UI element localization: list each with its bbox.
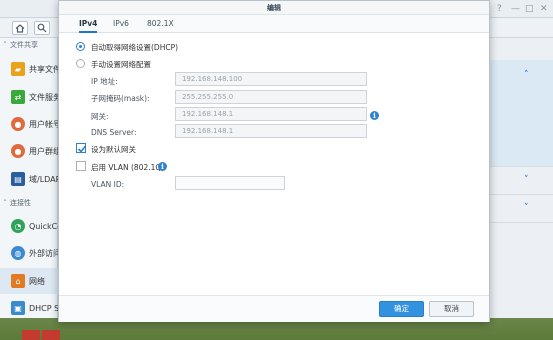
info-icon[interactable]: i — [158, 162, 167, 171]
search-button[interactable] — [34, 21, 50, 35]
chevron-down-icon[interactable]: ˅ — [524, 203, 529, 213]
file-services-icon: ⇄ — [11, 90, 25, 104]
mask-label: 子网掩码(mask): — [91, 94, 150, 103]
taskbar-button[interactable] — [42, 330, 60, 340]
dns-field[interactable] — [175, 124, 367, 138]
network-interface-row[interactable] — [490, 167, 553, 195]
ip-field[interactable] — [175, 72, 367, 86]
sidebar-item-quickconnect[interactable]: ◔ QuickConnect — [0, 213, 85, 239]
chevron-up-icon[interactable]: ˄ — [524, 70, 529, 80]
help-icon[interactable]: ? — [497, 4, 502, 14]
dialog-footer — [59, 295, 489, 322]
gateway-label: 网关: — [91, 112, 109, 121]
minimize-icon[interactable]: — — [511, 4, 520, 14]
chevron-down-icon: ˄ — [3, 41, 7, 49]
home-button[interactable] — [12, 21, 28, 35]
manual-radio[interactable] — [76, 59, 85, 68]
info-icon[interactable]: i — [370, 111, 379, 120]
chevron-down-icon[interactable]: ˅ — [524, 175, 529, 185]
sidebar-item-external-access[interactable]: ◍ 外部访问 — [0, 240, 61, 266]
sidebar-section-connectivity[interactable]: ˄ 连接性 — [0, 196, 58, 210]
globe-icon: ◍ — [11, 246, 25, 260]
domain-icon: ▤ — [11, 172, 25, 186]
gateway-field[interactable] — [175, 107, 367, 121]
cancel-button[interactable]: 取消 — [429, 301, 474, 317]
sidebar-item-dhcp-server[interactable]: ▣ DHCP Server — [0, 295, 80, 321]
dhcp-radio[interactable] — [76, 42, 85, 51]
vlan-label: 启用 VLAN (802.1Q) — [91, 163, 165, 172]
tab-ipv6[interactable]: IPv6 — [113, 15, 129, 33]
manual-label: 手动设置网络配置 — [91, 60, 151, 69]
sidebar-item-domain-ldap[interactable]: ▤ 域/LDAP — [0, 166, 60, 192]
folder-share-icon: ▰ — [11, 62, 25, 76]
maximize-icon[interactable]: □ — [525, 4, 534, 14]
mask-field[interactable] — [175, 90, 367, 104]
sidebar-item-shared-folder[interactable]: ▰ 共享文件夹 — [0, 56, 69, 82]
sidebar-item-group[interactable]: ● 用户群组 — [0, 138, 61, 164]
user-icon: ● — [11, 117, 25, 131]
taskbar-button[interactable] — [22, 330, 40, 340]
ip-label: IP 地址: — [91, 77, 118, 86]
checkmark-icon — [77, 145, 87, 153]
dialog-title: 编辑 — [267, 4, 281, 12]
chevron-down-icon: ˄ — [3, 199, 7, 207]
dhcp-icon: ▣ — [11, 301, 25, 315]
ok-button[interactable]: 确定 — [379, 301, 424, 317]
sidebar-item-file-services[interactable]: ⇄ 文件服务 — [0, 84, 61, 110]
quickconnect-icon: ◔ — [11, 219, 25, 233]
search-icon — [37, 23, 47, 33]
network-icon: ⌂ — [11, 274, 25, 288]
dhcp-label: 自动取得网络设置(DHCP) — [91, 43, 179, 52]
close-icon[interactable]: ✕ — [540, 4, 548, 14]
sidebar-item-network[interactable]: ⌂ 网络 — [0, 268, 58, 294]
vlan-checkbox[interactable] — [76, 161, 86, 171]
sidebar-item-user[interactable]: ● 用户帐号 — [0, 111, 61, 137]
vlan-id-label: VLAN ID: — [91, 180, 125, 189]
vlan-id-field[interactable] — [175, 176, 285, 190]
network-interface-row-selected[interactable] — [490, 60, 553, 167]
default-gateway-checkbox[interactable] — [76, 143, 87, 153]
group-icon: ● — [11, 144, 25, 158]
tab-802-1x[interactable]: 802.1X — [147, 15, 174, 33]
tab-ipv4[interactable]: IPv4 — [79, 15, 98, 33]
default-gateway-label: 设为默认网关 — [91, 145, 136, 154]
dialog-header: 编辑 — [59, 1, 489, 15]
edit-dialog: 编辑 IPv4 IPv6 802.1X 自动取得网络设置(DHCP) 手动设置网… — [58, 0, 490, 322]
network-interface-row[interactable] — [490, 195, 553, 223]
home-icon — [15, 23, 25, 33]
sidebar-section-file-sharing[interactable]: ˄ 文件共享 — [0, 38, 58, 52]
dns-label: DNS Server: — [91, 128, 137, 137]
